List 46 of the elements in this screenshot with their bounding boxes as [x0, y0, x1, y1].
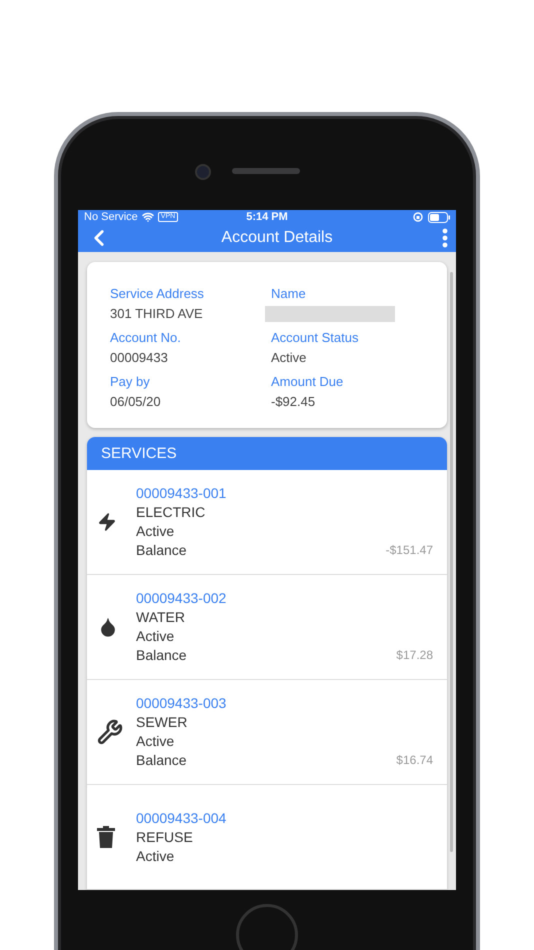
service-number[interactable]: 00009433-003: [136, 694, 433, 713]
service-type: SEWER: [136, 713, 188, 732]
more-icon[interactable]: [442, 228, 448, 248]
service-status: Active: [136, 732, 176, 751]
services-header: SERVICES: [87, 437, 447, 470]
trash-icon: [97, 826, 115, 848]
field-label: Name: [271, 286, 307, 302]
service-type: WATER: [136, 608, 186, 627]
service-item[interactable]: 00009433-002 WATER Active Balance $17.28: [87, 575, 447, 680]
service-status: Active: [136, 522, 176, 541]
service-item[interactable]: 00009433-003 SEWER Active Balance $16.74: [87, 680, 447, 785]
balance-amount: $17.28: [396, 647, 433, 664]
service-item[interactable]: 00009433-004 REFUSE Active: [87, 785, 447, 890]
speaker-grille: [232, 168, 300, 174]
balance-label: Balance: [136, 751, 187, 770]
carrier-text: No Service: [84, 211, 138, 223]
field-label: Account Status: [271, 330, 360, 346]
balance-amount: -$151.47: [386, 542, 433, 559]
service-type: REFUSE: [136, 828, 194, 846]
field-value: 06/05/20: [110, 394, 162, 410]
service-status: Active: [136, 846, 176, 866]
field-label: Account No.: [110, 330, 182, 346]
wifi-icon: [142, 211, 154, 223]
balance-label: Balance: [136, 541, 187, 560]
balance-label: Balance: [136, 646, 187, 665]
field-value: Active: [271, 350, 308, 366]
service-item[interactable]: 00009433-001 ELECTRIC Active Balance -$151.47: [87, 470, 447, 575]
service-number[interactable]: 00009433-001: [136, 484, 433, 503]
lightning-icon: [97, 512, 117, 532]
balance-amount: $16.74: [396, 752, 433, 769]
screen-title: Account Details: [220, 229, 334, 247]
clock-text: 5:14 PM: [246, 211, 288, 223]
camera-icon: [195, 164, 211, 180]
field-value: 301 THIRD AVE: [110, 306, 204, 322]
service-number[interactable]: 00009433-002: [136, 589, 433, 608]
field-label: Amount Due: [271, 374, 344, 390]
field-label: Pay by: [110, 374, 151, 390]
rotation-lock-icon: [413, 212, 424, 222]
wrench-icon: [97, 719, 123, 745]
service-status: Active: [136, 627, 176, 646]
service-type: ELECTRIC: [136, 503, 206, 522]
field-value: 00009433: [110, 350, 169, 366]
field-label: Service Address: [110, 286, 205, 302]
field-value: -$92.45: [271, 394, 316, 410]
service-number[interactable]: 00009433-004: [136, 808, 433, 828]
battery-icon: [428, 212, 450, 222]
